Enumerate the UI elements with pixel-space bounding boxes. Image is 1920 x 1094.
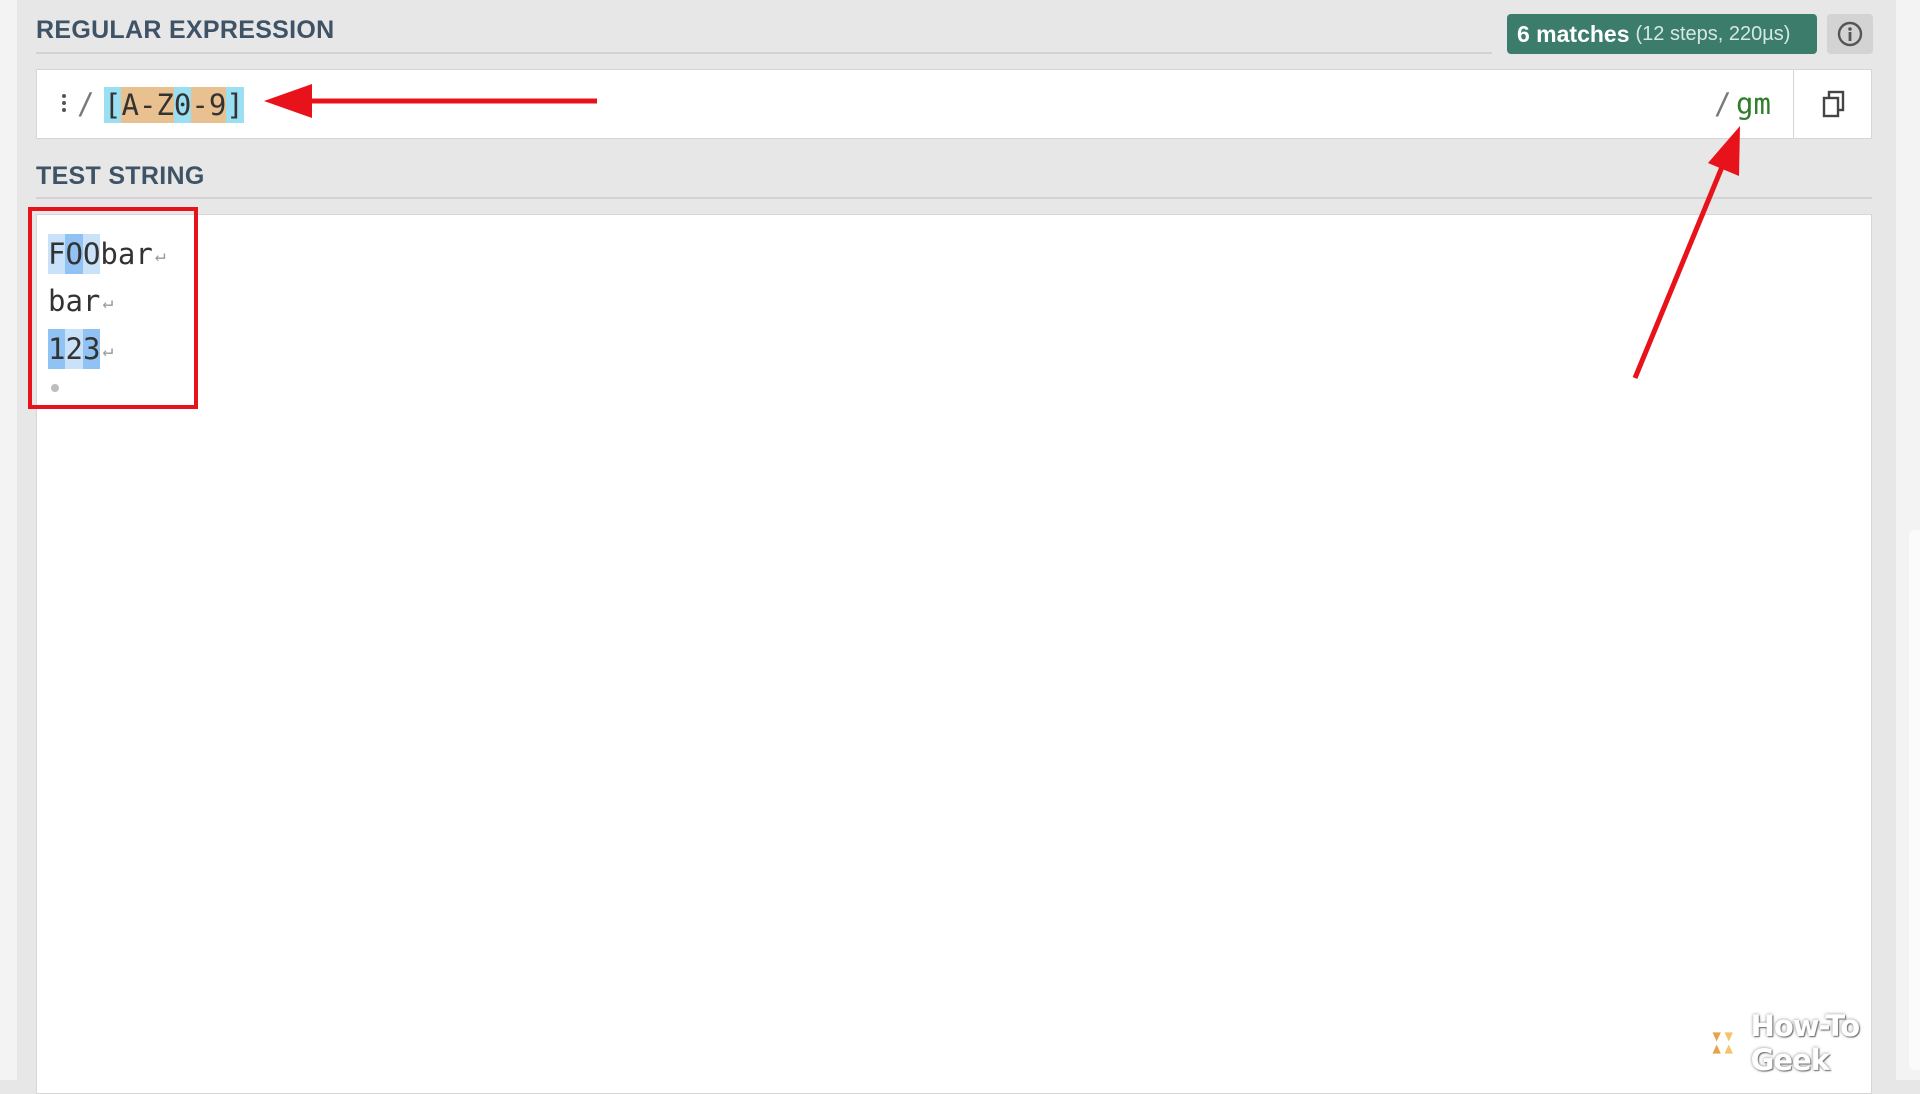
- test-section-title: TEST STRING: [36, 162, 205, 190]
- regex-input[interactable]: [A-Z0-9]: [104, 87, 244, 123]
- copy-icon: [1822, 90, 1844, 118]
- test-header-rule: [36, 197, 1872, 199]
- info-circle-icon: [1837, 21, 1863, 47]
- regex-token: 9: [208, 87, 227, 123]
- regex-open-delimiter: /: [77, 87, 95, 121]
- regex-section-title: REGULAR EXPRESSION: [36, 16, 335, 44]
- left-panel-edge: [0, 0, 17, 1080]
- match-info-badge: 6 matches (12 steps, 220µs): [1507, 14, 1817, 54]
- how-to-geek-logo-icon: [1710, 1031, 1735, 1055]
- info-button[interactable]: [1827, 14, 1873, 54]
- regex-token: A: [121, 87, 139, 123]
- regex-flags[interactable]: gm: [1736, 87, 1771, 121]
- test-string-editor[interactable]: FOObar ↵ bar ↵ 123 ↵: [36, 214, 1872, 1094]
- watermark-text: How-To Geek: [1750, 1009, 1861, 1077]
- match-detail: (12 steps, 220µs): [1635, 22, 1791, 45]
- annotation-box: [28, 207, 198, 409]
- regex-token: -: [138, 87, 157, 123]
- regex-token: ]: [226, 87, 244, 123]
- regex-input-box: / [A-Z0-9] / gm: [36, 69, 1872, 139]
- watermark: How-To Geek: [1708, 1009, 1920, 1077]
- regex-header-rule: [36, 52, 1492, 54]
- regex-token: Z: [156, 87, 174, 123]
- copy-button[interactable]: [1793, 70, 1873, 138]
- drag-handle-icon[interactable]: [61, 94, 67, 116]
- regex-token: 0: [173, 87, 192, 123]
- regex-token: -: [191, 87, 209, 123]
- regex-close-delimiter: /: [1714, 87, 1732, 121]
- match-count: 6 matches: [1517, 20, 1630, 47]
- regex-token: [: [104, 87, 122, 123]
- right-panel-tab[interactable]: [1909, 530, 1920, 1070]
